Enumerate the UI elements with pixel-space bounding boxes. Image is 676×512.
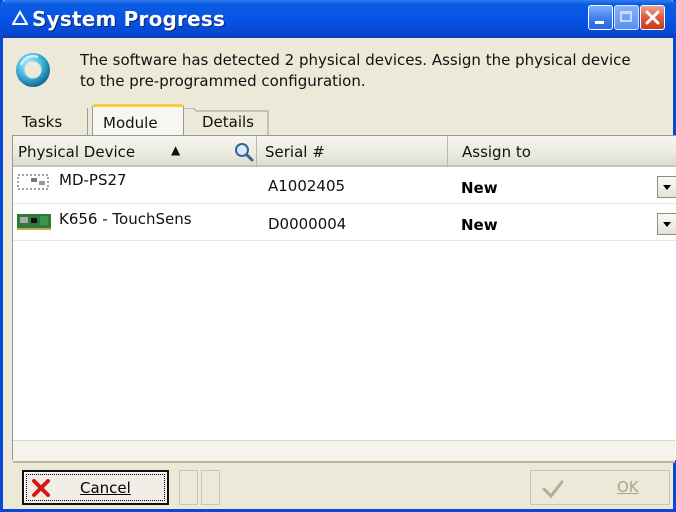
maximize-button[interactable] (614, 5, 639, 30)
ok-button[interactable]: OK (530, 470, 670, 505)
sort-ascending-icon: ▲ (171, 143, 181, 157)
cancel-label: Cancel (80, 479, 131, 497)
x-cancel-icon (32, 479, 50, 497)
table-row[interactable]: MD-PS27 A1002405 New (13, 167, 676, 204)
assign-to-dropdown[interactable]: New (454, 171, 676, 203)
row-divider (13, 240, 676, 241)
footer-divider (13, 461, 675, 463)
serial-number: D0000004 (268, 215, 347, 233)
maximize-icon (620, 11, 632, 22)
placeholder-button (201, 470, 220, 505)
tab-details[interactable]: Details (182, 108, 272, 136)
tab-label: Tasks (22, 113, 63, 131)
column-header-assign-to[interactable]: Assign to (448, 136, 676, 167)
search-icon[interactable] (233, 141, 255, 163)
serial-number: A1002405 (268, 177, 346, 195)
dropdown-arrow-button[interactable] (657, 213, 676, 235)
ok-label: OK (617, 478, 639, 496)
column-header-physical-device[interactable]: Physical Device ▲ (13, 136, 257, 167)
info-message: The software has detected 2 physical dev… (80, 51, 631, 90)
minimize-icon (595, 21, 604, 24)
dropdown-arrow-button[interactable] (657, 176, 676, 198)
placeholder-button (179, 470, 198, 505)
circuit-board-icon (17, 214, 51, 230)
close-button[interactable] (640, 5, 665, 30)
assign-to-value: New (461, 179, 498, 197)
assign-to-dropdown[interactable]: New (454, 208, 676, 240)
minimize-button[interactable] (588, 5, 613, 30)
assign-to-value: New (461, 216, 498, 234)
horizontal-scrollbar[interactable] (13, 440, 675, 461)
window-title: System Progress (32, 7, 226, 31)
tab-module[interactable]: Module (92, 104, 184, 135)
title-bar[interactable]: System Progress (0, 0, 676, 38)
delta-icon (12, 10, 28, 25)
module-icon (17, 174, 49, 190)
tab-tasks[interactable]: Tasks (16, 108, 88, 135)
chevron-down-icon (663, 222, 671, 227)
checkmark-icon (542, 480, 564, 499)
tab-label: Module (103, 114, 158, 132)
tab-label: Details (202, 113, 255, 131)
cancel-button[interactable]: Cancel (22, 470, 169, 505)
chevron-down-icon (663, 185, 671, 190)
column-label: Serial # (265, 143, 325, 161)
table-row[interactable]: K656 - TouchSens D0000004 New (13, 204, 676, 241)
progress-ring-icon (16, 53, 50, 87)
column-label: Assign to (462, 143, 531, 161)
column-header-serial[interactable]: Serial # (257, 136, 448, 167)
device-table: Physical Device ▲ Serial # Assign to MD-… (12, 135, 676, 460)
close-icon (645, 10, 660, 25)
system-progress-window: System Progress The software has detecte… (0, 0, 676, 512)
device-name: MD-PS27 (59, 171, 127, 189)
column-label: Physical Device (18, 143, 136, 161)
device-name: K656 - TouchSens (59, 210, 192, 228)
